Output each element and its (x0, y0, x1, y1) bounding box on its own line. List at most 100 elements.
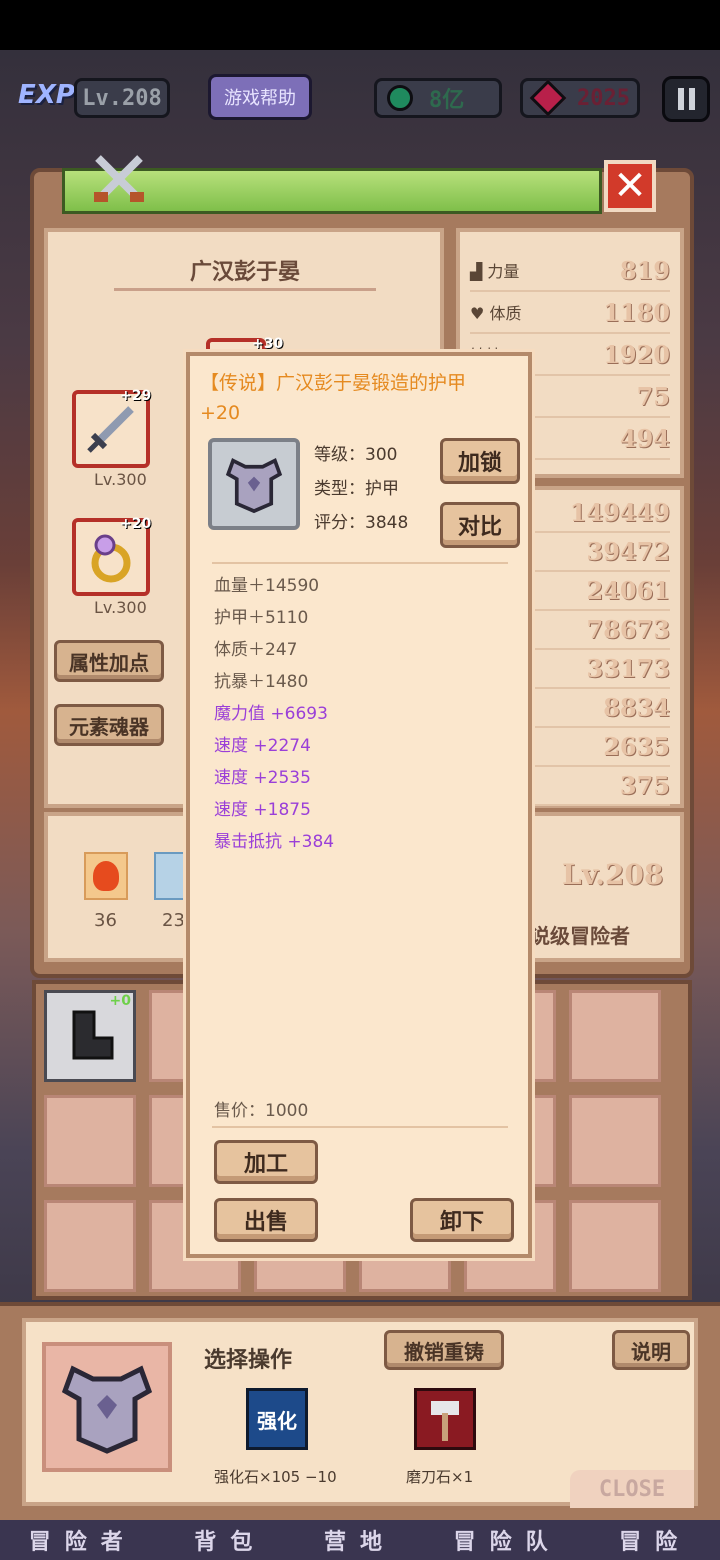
stat-value: 1180 (603, 297, 670, 327)
attr-line: 护甲＋5110 (214, 608, 309, 628)
exp-tag: EXP (18, 80, 75, 110)
sword-icon (87, 406, 134, 453)
character-level-display: Lv.208 (562, 858, 664, 891)
green-currency-value: 8亿 (429, 88, 465, 113)
stat-value: 1920 (603, 339, 670, 369)
stat-value: 494 (619, 423, 670, 453)
sell-price: 售价：1000 (214, 1101, 309, 1121)
green-gem-icon (387, 85, 413, 111)
pause-icon (677, 88, 684, 110)
water-element-count: 23 (162, 910, 185, 931)
choose-operation-label: 选择操作 (204, 1348, 293, 1373)
stat-value: 75 (636, 381, 670, 411)
stat-label: 体质 (489, 304, 522, 323)
red-gem-icon (529, 79, 567, 117)
close-panel-button[interactable]: CLOSE (570, 1470, 694, 1508)
nav-camp[interactable]: 营地 (324, 1524, 396, 1556)
stat-value: 33173 (586, 654, 671, 683)
enhance-button[interactable]: 强化 (246, 1388, 308, 1450)
inventory-slot-boots[interactable]: +0 (44, 990, 136, 1082)
stat-label: 力量 (487, 262, 520, 281)
nav-adventure-team[interactable]: 冒险队 (454, 1524, 562, 1556)
unequip-button[interactable]: 卸下 (410, 1198, 514, 1242)
fire-element-count: 36 (94, 910, 117, 931)
stat-value: 819 (619, 255, 670, 285)
armor-icon (225, 458, 283, 514)
strength-icon: ▟ 力量 (470, 262, 520, 281)
divider (212, 562, 508, 564)
inventory-slot[interactable] (569, 990, 661, 1082)
ring-level: Lv.300 (94, 598, 147, 617)
element-soul-button[interactable]: 元素魂器 (54, 704, 164, 746)
attr-line: 血量＋14590 (214, 576, 320, 596)
adventurer-rank: 说级冒险者 (530, 924, 630, 948)
pause-button[interactable] (662, 76, 710, 122)
item-attributes: 血量＋14590 护甲＋5110 体质＋247 抗暴＋1480 魔力值 +669… (214, 570, 514, 858)
hammer-icon (431, 1401, 459, 1441)
stat-value: 2635 (603, 732, 670, 761)
boots-plus: +0 (109, 993, 131, 1009)
ring-icon (91, 534, 131, 583)
green-currency: 8亿 (374, 78, 502, 118)
water-element-icon (154, 852, 188, 900)
selected-item-slot[interactable] (42, 1342, 172, 1472)
red-currency-value: 2025 (577, 85, 630, 111)
attr-line-extra: 魔力值 +6693 (214, 704, 328, 724)
nav-backpack[interactable]: 背包 (194, 1524, 266, 1556)
stat-value: 78673 (586, 615, 671, 644)
attr-line: 体质＋247 (214, 640, 298, 660)
attr-line-extra: 速度 +1875 (214, 800, 311, 820)
player-level: Lv.208 (74, 78, 170, 118)
inventory-slot[interactable] (569, 1200, 661, 1292)
item-title-plus: +20 (200, 402, 241, 424)
fire-element-icon (84, 852, 128, 900)
attr-line-extra: 暴击抵抗 +384 (214, 832, 335, 852)
pause-icon-bar (688, 88, 695, 110)
crossed-swords-icon (92, 152, 146, 206)
enhance-cost: 强化石×105 −10 (214, 1468, 337, 1486)
sharpen-cost: 磨刀石×1 (406, 1468, 474, 1486)
stat-value: 24061 (586, 576, 671, 605)
name-underline (114, 288, 376, 291)
divider (212, 1126, 508, 1128)
red-currency: 2025 (520, 78, 640, 118)
nav-adventurer[interactable]: 冒险者 (29, 1524, 137, 1556)
item-title: 【传说】广汉彭于晏锻造的护甲 +20 (200, 368, 518, 428)
close-icon: ✕ (613, 163, 647, 209)
stat-row-constitution: ♥ 体质 1180 (470, 292, 670, 334)
inventory-slot[interactable] (44, 1095, 136, 1187)
stat-value: 39472 (586, 537, 671, 566)
armor-icon (61, 1365, 153, 1454)
game-help-button[interactable]: 游戏帮助 (208, 74, 312, 120)
enhance-icon: 强化 (257, 1408, 297, 1433)
ring-plus: +20 (120, 516, 152, 532)
sell-button[interactable]: 出售 (214, 1198, 318, 1242)
armor-plus: +30 (252, 336, 284, 352)
lock-button[interactable]: 加锁 (440, 438, 520, 484)
nav-adventure[interactable]: 冒险 (619, 1524, 691, 1556)
sharpen-button[interactable] (414, 1388, 476, 1450)
compare-button[interactable]: 对比 (440, 502, 520, 548)
attr-line-extra: 速度 +2535 (214, 768, 311, 788)
bottom-navigation: 冒险者 背包 营地 冒险队 冒险 (0, 1520, 720, 1560)
item-title-text: 【传说】广汉彭于晏锻造的护甲 (200, 372, 467, 394)
craft-button[interactable]: 加工 (214, 1140, 318, 1184)
stat-value: 149449 (569, 498, 670, 527)
stat-value: 8834 (603, 693, 670, 722)
character-name: 广汉彭于晏 (189, 260, 300, 285)
item-level: 等级：300 (314, 445, 398, 465)
item-tooltip: 【传说】广汉彭于晏锻造的护甲 +20 等级：300 类型：护甲 评分：3848 … (186, 352, 532, 1258)
attribute-points-button[interactable]: 属性加点 (54, 640, 164, 682)
attr-line-extra: 速度 +2274 (214, 736, 311, 756)
status-bar (0, 0, 720, 50)
item-icon-frame (208, 438, 300, 530)
item-score: 评分：3848 (314, 513, 409, 533)
item-type: 类型：护甲 (314, 479, 399, 499)
inventory-slot[interactable] (44, 1200, 136, 1292)
close-window-button[interactable]: ✕ (604, 160, 656, 212)
attr-line: 抗暴＋1480 (214, 672, 309, 692)
explain-button[interactable]: 说明 (612, 1330, 690, 1370)
undo-recast-button[interactable]: 撤销重铸 (384, 1330, 504, 1370)
inventory-slot[interactable] (569, 1095, 661, 1187)
boots-icon (72, 1010, 114, 1060)
